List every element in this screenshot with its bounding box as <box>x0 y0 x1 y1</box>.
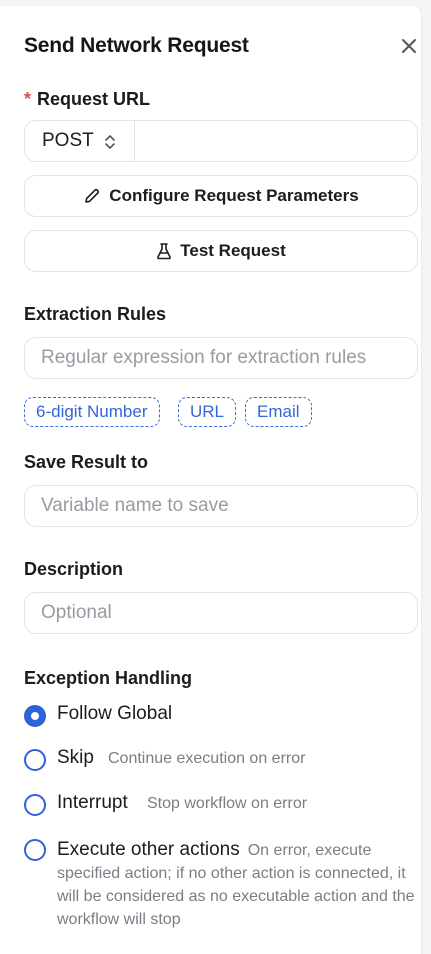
flask-icon <box>157 243 172 260</box>
tag-url[interactable]: URL <box>178 397 237 427</box>
exception-handling-label: Exception Handling <box>24 668 193 688</box>
option-text-block: Execute other actions On error, execute s… <box>57 838 417 931</box>
option-description: Stop workflow on error <box>147 795 308 812</box>
chevron-up-down-icon <box>105 135 115 149</box>
option-label: Execute other actions <box>57 839 240 860</box>
request-url-label-text: Request URL <box>37 89 151 109</box>
description-label: Description <box>24 559 124 579</box>
test-button-label: Test Request <box>180 241 286 260</box>
configure-request-parameters-button[interactable]: Configure Request Parameters <box>24 175 418 217</box>
method-select[interactable]: POST <box>25 121 135 161</box>
tag-email[interactable]: Email <box>245 397 312 427</box>
option-description: Continue execution on error <box>108 750 306 767</box>
radio-button[interactable] <box>24 839 46 861</box>
option-label: Interrupt <box>57 792 128 813</box>
extraction-rules-input[interactable] <box>25 338 417 378</box>
close-icon[interactable] <box>399 36 419 56</box>
request-url-field: POST <box>24 120 418 162</box>
option-label: Follow Global <box>57 703 173 724</box>
save-result-input[interactable] <box>25 486 417 526</box>
extraction-rules-field <box>24 337 418 379</box>
radio-button[interactable] <box>24 794 46 816</box>
radio-button[interactable] <box>24 749 46 771</box>
send-network-request-panel: Send Network Request * Request URL POST C… <box>0 6 422 954</box>
method-value: POST <box>42 130 94 151</box>
configure-button-label: Configure Request Parameters <box>109 186 359 205</box>
pencil-icon <box>85 188 100 203</box>
tag-6-digit-number[interactable]: 6-digit Number <box>24 397 160 427</box>
test-request-button[interactable]: Test Request <box>24 230 418 272</box>
required-marker: * <box>24 89 32 109</box>
extraction-rules-label: Extraction Rules <box>24 304 167 324</box>
radio-button[interactable] <box>24 705 46 727</box>
save-result-label: Save Result to <box>24 452 149 472</box>
option-label: Skip <box>57 747 94 768</box>
save-result-field <box>24 485 418 527</box>
request-url-label: * Request URL <box>24 89 150 110</box>
description-field <box>24 592 418 634</box>
panel-title: Send Network Request <box>24 34 249 57</box>
description-input[interactable] <box>25 593 417 633</box>
request-url-input[interactable] <box>135 121 417 161</box>
